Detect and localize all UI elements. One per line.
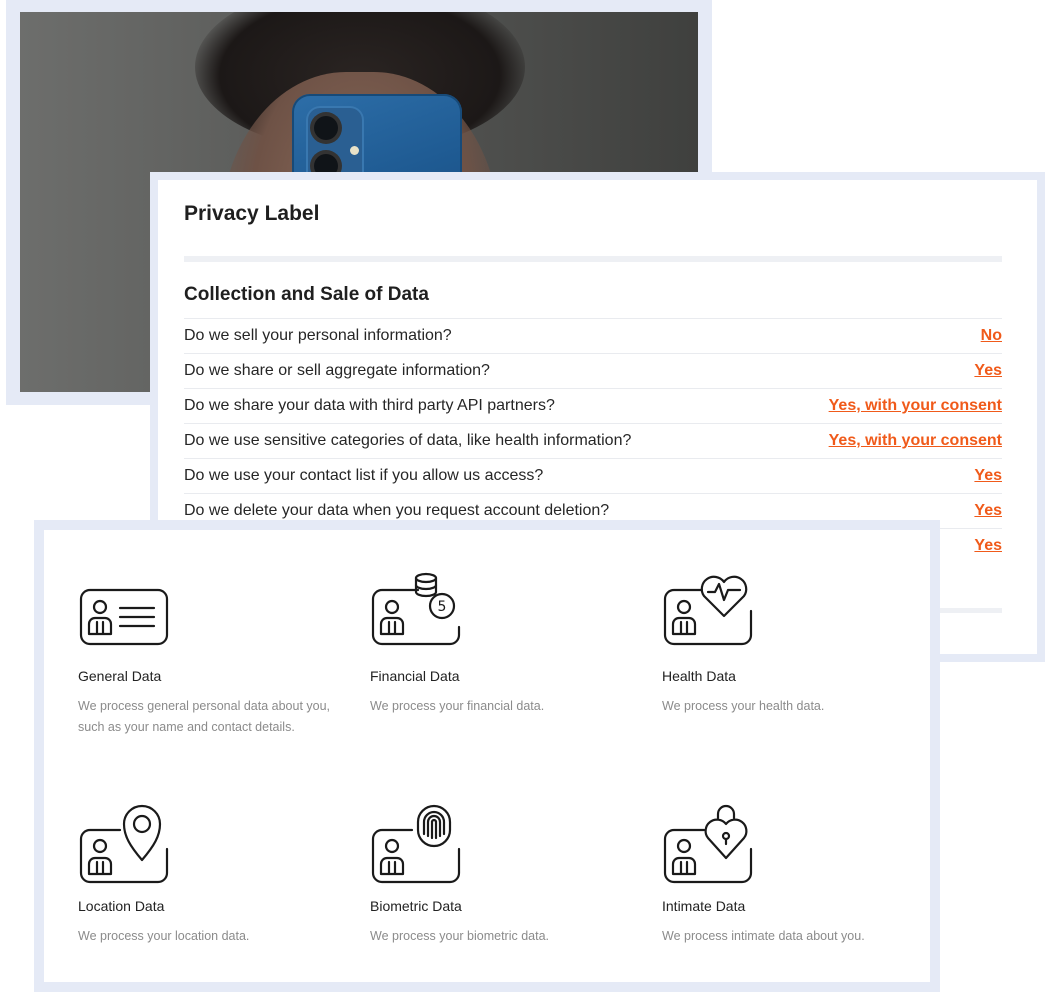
category-title: Location Data <box>78 898 165 914</box>
privacy-answer-link[interactable]: No <box>981 327 1002 345</box>
category-title: Health Data <box>662 668 736 684</box>
id-card-location-pin-icon <box>79 804 169 884</box>
privacy-row: Do we use sensitive categories of data, … <box>184 423 1002 458</box>
category-title: Biometric Data <box>370 898 462 914</box>
privacy-answer-link[interactable]: Yes <box>974 537 1002 555</box>
privacy-row: Do we share or sell aggregate informatio… <box>184 353 1002 388</box>
category-description: We process your biometric data. <box>370 929 550 943</box>
id-card-heart-lock-icon <box>663 804 753 884</box>
section-title: Collection and Sale of Data <box>184 284 429 305</box>
category-description: We process your health data. <box>662 699 825 713</box>
data-categories-frame: General Data We process general personal… <box>34 520 940 992</box>
privacy-question: Do we use your contact list if you allow… <box>184 467 544 484</box>
privacy-row: Do we sell your personal information? No <box>184 318 1002 353</box>
category-description: We process your location data. <box>78 929 250 943</box>
category-intimate-data: Intimate Data We process intimate data a… <box>662 802 932 947</box>
privacy-question: Do we use sensitive categories of data, … <box>184 432 632 449</box>
category-description: We process your financial data. <box>370 699 545 713</box>
category-health-data: Health Data We process your health data. <box>662 572 932 717</box>
privacy-question: Do we sell your personal information? <box>184 327 452 344</box>
data-categories-card: General Data We process general personal… <box>44 530 930 982</box>
category-description: We process general personal data about y… <box>78 699 331 734</box>
privacy-question: Do we share or sell aggregate informatio… <box>184 362 490 379</box>
privacy-label-title: Privacy Label <box>184 202 320 225</box>
id-card-fingerprint-icon <box>371 804 461 884</box>
privacy-row: Do we share your data with third party A… <box>184 388 1002 423</box>
category-general-data: General Data We process general personal… <box>78 572 348 738</box>
privacy-question: Do we delete your data when you request … <box>184 502 610 519</box>
privacy-row: Do we use your contact list if you allow… <box>184 458 1002 493</box>
privacy-answer-link[interactable]: Yes, with your consent <box>829 432 1002 450</box>
privacy-answer-link[interactable]: Yes <box>974 362 1002 380</box>
id-card-coins-icon: 5 <box>371 572 461 646</box>
id-card-icon <box>79 588 169 646</box>
privacy-answer-link[interactable]: Yes, with your consent <box>829 397 1002 415</box>
category-biometric-data: Biometric Data We process your biometric… <box>370 802 640 947</box>
category-title: General Data <box>78 668 162 684</box>
id-card-heart-icon <box>663 575 753 646</box>
category-financial-data: 5 Financial Data We process your financi… <box>370 572 640 717</box>
divider <box>184 256 1002 262</box>
svg-text:5: 5 <box>438 599 447 615</box>
privacy-question: Do we share your data with third party A… <box>184 397 555 414</box>
category-description: We process intimate data about you. <box>662 929 865 943</box>
category-location-data: Location Data We process your location d… <box>78 802 348 947</box>
privacy-answer-link[interactable]: Yes <box>974 467 1002 485</box>
category-title: Financial Data <box>370 668 460 684</box>
category-title: Intimate Data <box>662 898 746 914</box>
privacy-answer-link[interactable]: Yes <box>974 502 1002 520</box>
